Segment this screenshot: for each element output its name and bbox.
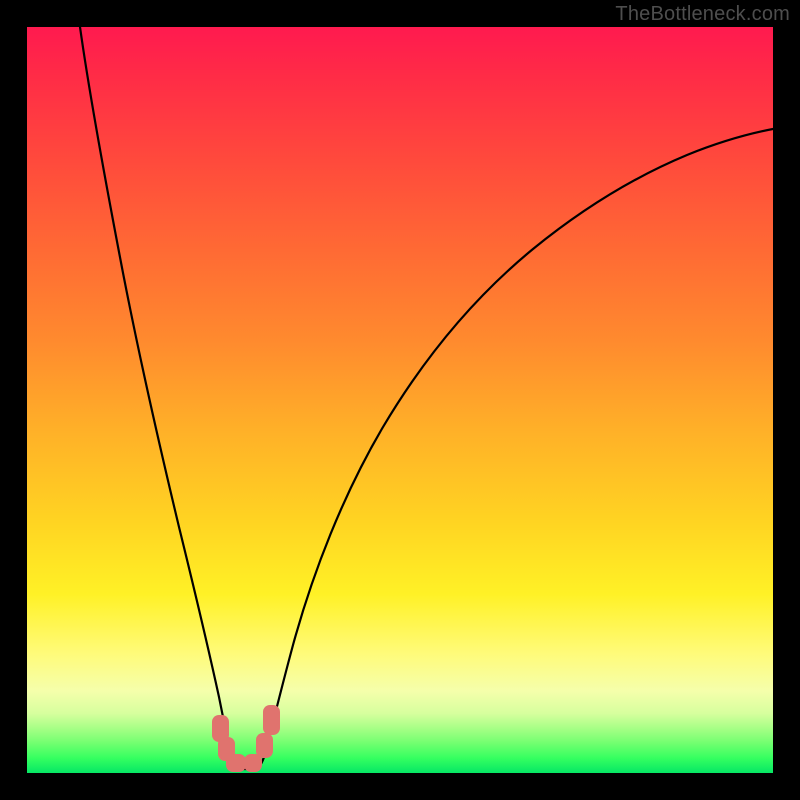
bottleneck-curve-path: [80, 27, 773, 769]
watermark-source: TheBottleneck.com: [615, 3, 790, 26]
plot-frame: [27, 27, 773, 773]
bottleneck-curve: [27, 27, 773, 773]
minimum-markers: [212, 705, 280, 772]
chart-stage: TheBottleneck.com: [0, 0, 800, 800]
